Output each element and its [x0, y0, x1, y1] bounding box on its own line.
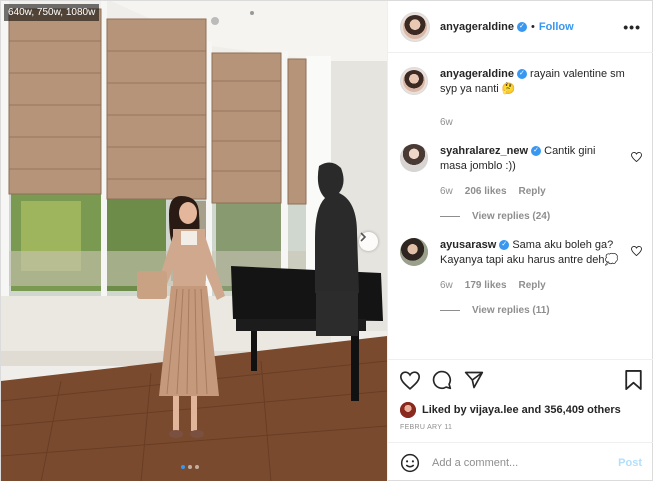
view-replies-label: View replies (11): [472, 305, 550, 316]
comment-age: 6w: [440, 280, 453, 291]
likes-summary: Liked by vijaya.lee and 356,409 others: [400, 402, 642, 418]
header-username[interactable]: anyageraldine: [440, 21, 514, 33]
verified-badge-icon: ✓: [516, 21, 527, 32]
reply-button[interactable]: Reply: [519, 278, 546, 293]
post-side-panel: anyageraldine ✓ • Follow ••• anyageraldi…: [387, 1, 653, 481]
heart-icon[interactable]: [400, 370, 420, 390]
chevron-right-icon: [360, 232, 367, 242]
divider: [440, 216, 460, 217]
list-item: syahralarez_new ✓ Cantik gini masa jomblo…: [400, 144, 642, 199]
comment-input[interactable]: [432, 456, 619, 469]
post-header: anyageraldine ✓ • Follow •••: [388, 1, 653, 53]
divider: [440, 310, 460, 311]
post-comment-button[interactable]: Post: [618, 457, 642, 469]
view-replies-link[interactable]: View replies (24): [440, 211, 642, 222]
avatar[interactable]: [400, 402, 416, 418]
heart-icon[interactable]: [631, 152, 642, 162]
likes-prefix: Liked by: [422, 404, 470, 416]
avatar[interactable]: [400, 238, 428, 266]
view-replies-link[interactable]: View replies (11): [440, 305, 642, 316]
next-photo-button[interactable]: [359, 232, 378, 251]
comment-icon[interactable]: [432, 370, 452, 390]
carousel-dot: [188, 465, 192, 469]
emoji-icon[interactable]: [400, 453, 420, 473]
avatar[interactable]: [400, 11, 430, 42]
post-date: FEBRU ARY 11: [400, 424, 453, 431]
verified-badge-icon: ✓: [531, 146, 542, 157]
verified-badge-icon: ✓: [499, 240, 510, 251]
add-comment-bar: Post: [388, 442, 653, 481]
comment-likes[interactable]: 206 likes: [465, 184, 507, 199]
follow-button[interactable]: Follow: [539, 21, 574, 33]
carousel-dot: [181, 465, 185, 469]
list-item: ayusarasw ✓ Sama aku boleh ga? Kayanya ta…: [400, 238, 642, 293]
instagram-post-modal: 640w, 750w, 1080w anyageraldine ✓ • Foll…: [0, 0, 653, 481]
reply-button[interactable]: Reply: [519, 184, 546, 199]
likes-middle: and: [518, 404, 545, 416]
avatar[interactable]: [400, 67, 428, 95]
separator-dot: •: [530, 20, 535, 33]
comment-likes[interactable]: 179 likes: [465, 278, 507, 293]
carousel-dot: [195, 465, 199, 469]
caption: anyageraldine ✓ rayain valentine sm syp y…: [400, 67, 642, 130]
post-actions: Liked by vijaya.lee and 356,409 others F…: [388, 359, 653, 431]
comment-username[interactable]: ayusarasw: [440, 239, 496, 251]
comment-username[interactable]: syahralarez_new: [440, 145, 528, 157]
verified-badge-icon: ✓: [516, 69, 527, 80]
bookmark-icon[interactable]: [625, 370, 642, 390]
caption-username[interactable]: anyageraldine: [440, 68, 514, 80]
heart-icon[interactable]: [631, 246, 642, 256]
liked-by-user[interactable]: vijaya.lee: [470, 404, 519, 416]
post-photo[interactable]: 640w, 750w, 1080w: [1, 1, 387, 481]
share-icon[interactable]: [464, 370, 484, 390]
comments-list: anyageraldine ✓ rayain valentine sm syp y…: [388, 53, 653, 359]
caption-age: 6w: [440, 117, 453, 128]
carousel-indicator: [181, 465, 199, 469]
likes-others[interactable]: 356,409 others: [544, 404, 620, 416]
more-options-icon[interactable]: •••: [623, 19, 641, 35]
photo-illustration: [1, 1, 387, 481]
resolution-label: 640w, 750w, 1080w: [4, 4, 100, 21]
avatar[interactable]: [400, 144, 428, 172]
comment-age: 6w: [440, 186, 453, 197]
view-replies-label: View replies (24): [472, 211, 551, 222]
